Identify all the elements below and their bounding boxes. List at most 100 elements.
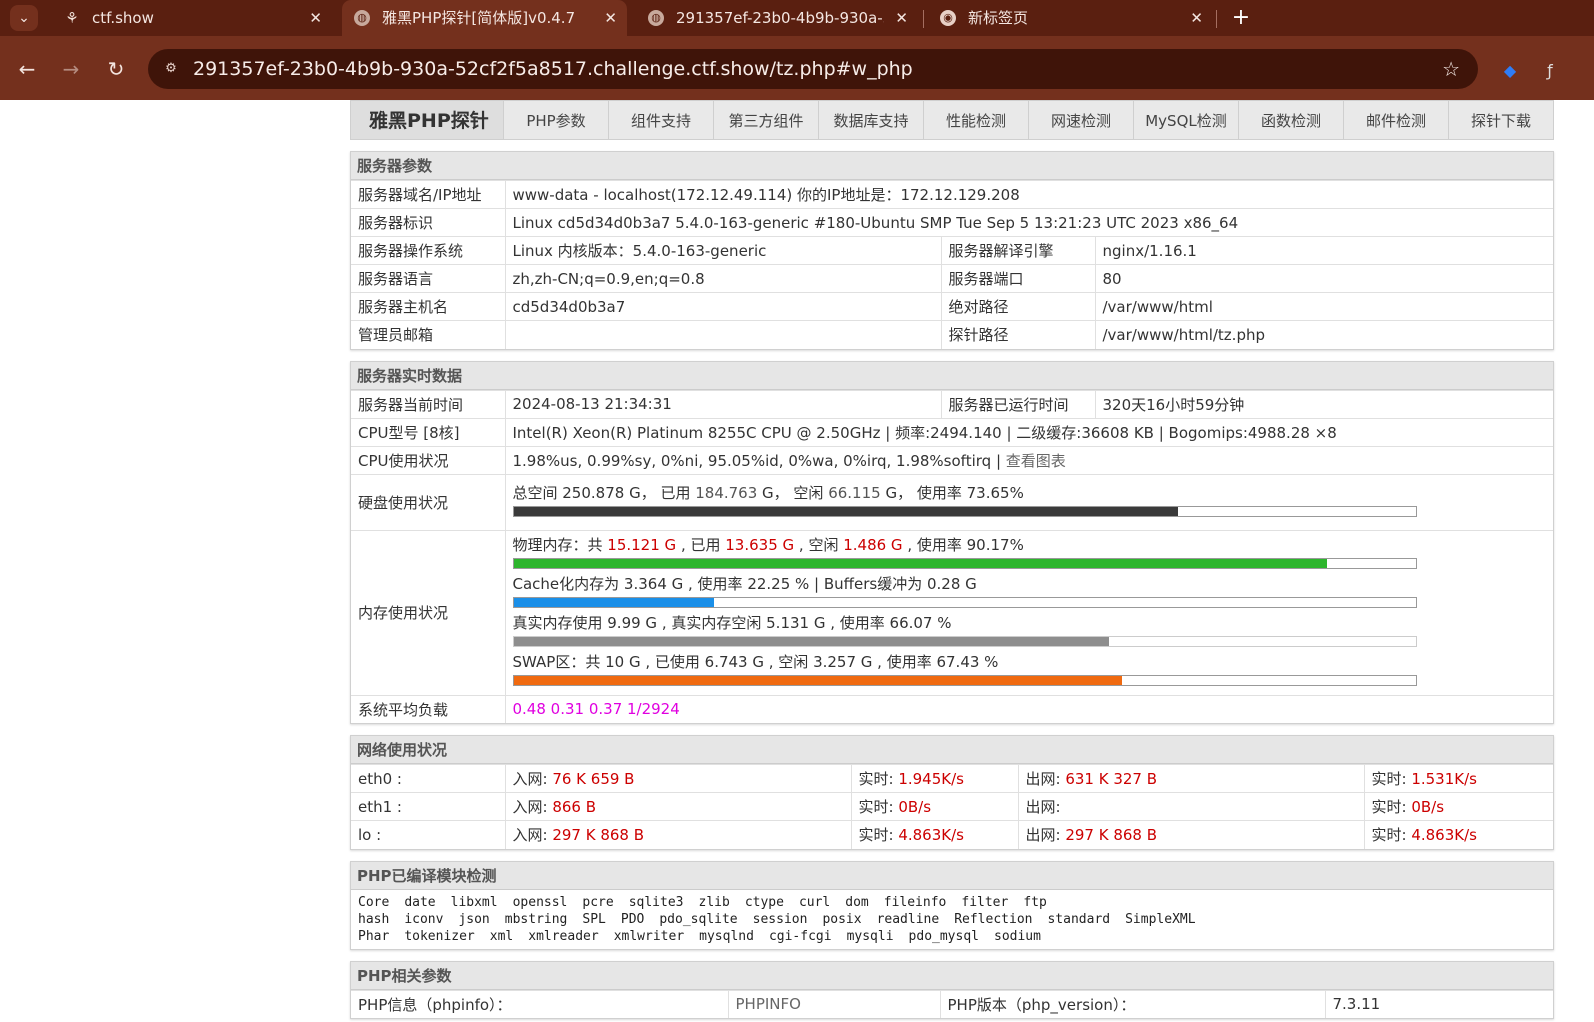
module-name: cgi-fcgi (768, 928, 832, 944)
tab-title: ctf.show (92, 9, 154, 27)
module-name: xmlreader (528, 928, 599, 944)
table-row: CPU型号 [8核] Intel(R) Xeon(R) Platinum 825… (351, 417, 1553, 446)
text: , 空闲 (794, 535, 844, 554)
extension-icon[interactable]: ◆ (1500, 61, 1520, 81)
nav-database[interactable]: 数据库支持 (818, 101, 923, 139)
module-name: ftp (1023, 894, 1047, 910)
module-name: posix (822, 911, 862, 927)
table-row: 服务器域名/IP地址 www-data - localhost(172.12.4… (351, 180, 1553, 209)
table-row: 服务器操作系统 Linux 内核版本：5.4.0-163-generic 服务器… (351, 236, 1553, 265)
row-label: 服务器语言 (351, 264, 506, 293)
nav-php-params[interactable]: PHP参数 (503, 101, 608, 139)
module-name: pcre (582, 894, 614, 910)
ctf-show-icon: ⚘ (65, 9, 79, 27)
module-name: zlib (698, 894, 730, 910)
interface-name: eth0 : (351, 764, 506, 793)
swap-text: SWAP区：共 10 G , 已使用 6.743 G , 空闲 3.257 G … (512, 652, 999, 671)
phpinfo-link[interactable]: PHPINFO (728, 989, 941, 1018)
forward-button[interactable]: → (58, 56, 84, 82)
nav-functions[interactable]: 函数检测 (1238, 101, 1343, 139)
row-label: 系统平均负载 (351, 694, 506, 723)
row-label: 服务器标识 (351, 208, 506, 237)
text: 总空间 250.878 G， 已用 (512, 484, 696, 502)
table-row: eth1 : 入网: 866 B 实时: 0B/s 出网: 实时: 0B/s (351, 792, 1553, 821)
section-title: 网络使用状况 (351, 736, 1553, 764)
row-value: /var/www/html (1095, 292, 1553, 321)
close-icon[interactable]: ✕ (604, 0, 617, 36)
tab-search-button[interactable]: ⌄ (10, 5, 38, 31)
nav-components[interactable]: 组件支持 (608, 101, 713, 139)
php-params-section: PHP相关参数 PHP信息（phpinfo）： PHPINFO PHP版本（ph… (350, 960, 1554, 1019)
row-value: Intel(R) Xeon(R) Platinum 8255C CPU @ 2.… (505, 417, 1553, 446)
cache-text: Cache化内存为 3.364 G , 使用率 22.25 % | Buffer… (512, 574, 977, 593)
tab-title: 雅黑PHP探针[简体版]v0.4.7 (382, 9, 576, 27)
extension-icon[interactable]: ƒ (1540, 61, 1560, 81)
interface-name: eth1 : (351, 792, 506, 821)
probe-nav: 雅黑PHP探针 PHP参数 组件支持 第三方组件 数据库支持 性能检测 网速检测… (350, 100, 1554, 140)
net-out: 出网: (1018, 792, 1365, 821)
url-text[interactable]: 291357ef-23b0-4b9b-930a-52cf2f5a8517.cha… (193, 49, 913, 89)
tab-probe[interactable]: ◍ 雅黑PHP探针[简体版]v0.4.7 ✕ (342, 0, 627, 36)
row-value: 320天16小时59分钟 (1095, 389, 1553, 418)
text: , 已用 (676, 535, 726, 554)
text: 实时: (1371, 798, 1412, 816)
tab-ctf-show[interactable]: ⚘ ctf.show ✕ (52, 3, 332, 33)
site-info-icon[interactable]: ⚙ (160, 58, 182, 80)
table-row: CPU使用状况 1.98%us, 0.99%sy, 0%ni, 95.05%id… (351, 445, 1553, 474)
row-value: 物理内存：共 15.121 G , 已用 13.635 G , 空闲 1.486… (505, 529, 1553, 695)
address-bar[interactable]: ⚙ 291357ef-23b0-4b9b-930a-52cf2f5a8517.c… (148, 49, 1478, 89)
module-name: Reflection (954, 911, 1033, 927)
module-name: date (404, 894, 436, 910)
value: 866 B (552, 798, 597, 816)
row-label: 内存使用状况 (351, 529, 506, 695)
value: 4.863K/s (898, 826, 964, 845)
nav-network-speed[interactable]: 网速检测 (1028, 101, 1133, 139)
page-content: 雅黑PHP探针 PHP参数 组件支持 第三方组件 数据库支持 性能检测 网速检测… (0, 100, 1594, 1022)
view-chart-link[interactable]: 查看图表 (1006, 452, 1066, 470)
tab-title: 新标签页 (968, 9, 1029, 27)
nav-mail[interactable]: 邮件检测 (1343, 101, 1448, 139)
disk-progress-bar (512, 506, 1417, 517)
close-icon[interactable]: ✕ (895, 3, 908, 33)
arrow-left-icon: ← (18, 57, 36, 81)
close-icon[interactable]: ✕ (309, 3, 322, 33)
realtime-table: 服务器当前时间 2024-08-13 21:34:31 服务器已运行时间 320… (351, 389, 1553, 723)
text: G， 使用率 73.65% (880, 484, 1024, 502)
new-tab-button[interactable]: + (1227, 3, 1255, 33)
section-title: PHP相关参数 (351, 961, 1553, 990)
back-button[interactable]: ← (14, 56, 40, 82)
table-row: eth0 : 入网: 76 K 659 B 实时: 1.945K/s 出网: 6… (351, 764, 1553, 793)
nav-third-party[interactable]: 第三方组件 (713, 101, 818, 139)
probe-brand[interactable]: 雅黑PHP探针 (351, 101, 503, 139)
row-value: 总空间 250.878 G， 已用 184.763 G， 空闲 66.115 G… (505, 473, 1553, 530)
row-label: 服务器当前时间 (351, 389, 506, 418)
module-name: fileinfo (883, 894, 947, 910)
disk-free: 66.115 (828, 484, 881, 502)
value: 297 K 868 B (1065, 826, 1158, 845)
text: 出网: (1025, 798, 1061, 816)
table-row: 硬盘使用状况 总空间 250.878 G， 已用 184.763 G， 空闲 6… (351, 473, 1553, 530)
close-icon[interactable]: ✕ (1190, 3, 1203, 33)
nav-performance[interactable]: 性能检测 (923, 101, 1028, 139)
bookmark-star-icon[interactable]: ☆ (1442, 49, 1460, 89)
net-in-rate: 实时: 1.945K/s (851, 764, 1019, 793)
module-line: Core date libxml openssl pcre sqlite3 zlib ctyp… (358, 894, 1546, 911)
section-title: 服务器实时数据 (351, 361, 1553, 390)
text: 实时: (858, 770, 899, 788)
text: 实时: (1371, 770, 1412, 788)
row-label: 服务器解译引擎 (941, 236, 1096, 265)
module-name: dom (845, 894, 869, 910)
row-value: zh,zh-CN;q=0.9,en;q=0.8 (505, 264, 942, 293)
nav-download[interactable]: 探针下载 (1448, 101, 1553, 139)
reload-button[interactable]: ↻ (103, 56, 129, 82)
nav-mysql[interactable]: MySQL检测 (1133, 101, 1238, 139)
row-label: CPU使用状况 (351, 445, 506, 474)
row-value: 7.3.11 (1325, 989, 1553, 1018)
value: 0B/s (1411, 798, 1445, 816)
module-name: pdo_sqlite (659, 911, 738, 927)
tab-challenge[interactable]: ◍ 291357ef-23b0-4b9b-930a-5 ✕ (636, 3, 918, 33)
text: 入网: (512, 826, 553, 845)
row-value: /var/www/html/tz.php (1095, 320, 1553, 349)
text: 物理内存：共 (512, 535, 608, 554)
tab-new-tab[interactable]: ◉ 新标签页 ✕ (928, 3, 1213, 33)
